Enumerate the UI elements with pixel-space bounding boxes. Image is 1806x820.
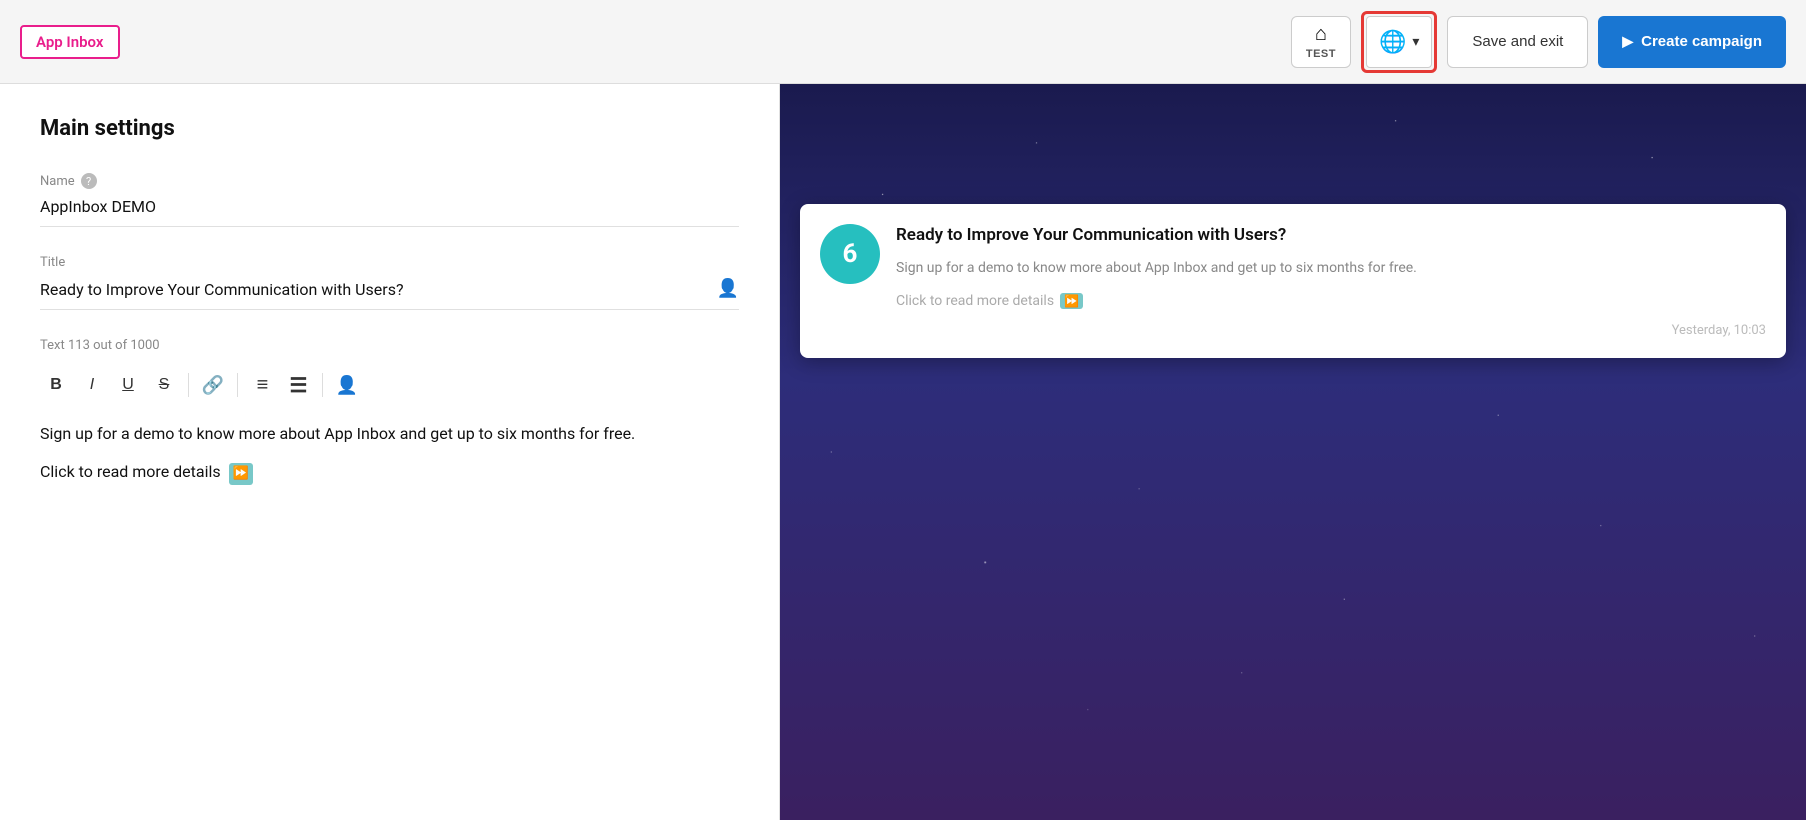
title-field-row: Ready to Improve Your Communication with… <box>40 278 739 310</box>
editor-toolbar: B I U S 🔗 ≡ ☰ 👤 <box>40 363 739 407</box>
avatar-number: 6 <box>843 239 858 269</box>
header-actions: ⌂ TEST 🌐 ▾ Save and exit ▶ Create campai… <box>1291 11 1786 73</box>
title-field-group: Title Ready to Improve Your Communicatio… <box>40 255 739 310</box>
app-header: App Inbox ⌂ TEST 🌐 ▾ Save and exit ▶ Cre… <box>0 0 1806 84</box>
editor-link-line: Click to read more details ⏩ <box>40 459 739 486</box>
bold-button[interactable]: B <box>40 369 72 401</box>
title-label-row: Title <box>40 255 739 270</box>
app-inbox-badge: App Inbox <box>20 25 120 59</box>
toolbar-divider-1 <box>188 373 189 397</box>
language-selector-wrapper: 🌐 ▾ <box>1361 11 1437 73</box>
chevron-down-icon: ▾ <box>1412 33 1419 50</box>
toolbar-divider-2 <box>237 373 238 397</box>
section-title: Main settings <box>40 116 739 141</box>
personalization-button[interactable]: 👤 <box>331 369 363 401</box>
strikethrough-button[interactable]: S <box>148 369 180 401</box>
globe-icon: 🌐 <box>1379 29 1406 55</box>
name-help-icon[interactable]: ? <box>81 173 97 189</box>
preview-message-link: Click to read more details ⏩ <box>896 293 1766 309</box>
text-counter: Text 113 out of 1000 <box>40 338 739 353</box>
text-counter-value: 113 out of 1000 <box>68 338 160 353</box>
preview-message-body: Sign up for a demo to know more about Ap… <box>896 258 1766 279</box>
fast-forward-icon: ⏩ <box>229 463 253 486</box>
name-label-row: Name ? <box>40 173 739 189</box>
italic-button[interactable]: I <box>76 369 108 401</box>
ordered-list-button[interactable]: ≡ <box>246 369 278 401</box>
save-exit-button[interactable]: Save and exit <box>1447 16 1588 68</box>
test-button[interactable]: ⌂ TEST <box>1291 16 1351 68</box>
create-campaign-label: Create campaign <box>1641 33 1762 50</box>
create-campaign-button[interactable]: ▶ Create campaign <box>1598 16 1786 68</box>
name-label: Name <box>40 174 75 189</box>
preview-message-time: Yesterday, 10:03 <box>896 323 1766 338</box>
editor-text-line1: Sign up for a demo to know more about Ap… <box>40 421 739 447</box>
preview-message-title: Ready to Improve Your Communication with… <box>896 224 1766 248</box>
message-preview-card: 6 Ready to Improve Your Communication wi… <box>800 204 1786 358</box>
main-content: Main settings Name ? AppInbox DEMO Title… <box>0 84 1806 820</box>
stars-background <box>780 84 1806 820</box>
name-field-group: Name ? AppInbox DEMO <box>40 173 739 227</box>
name-value: AppInbox DEMO <box>40 197 739 227</box>
left-panel: Main settings Name ? AppInbox DEMO Title… <box>0 84 780 820</box>
editor-body[interactable]: Sign up for a demo to know more about Ap… <box>40 421 739 485</box>
text-field-group: Text 113 out of 1000 B I U S 🔗 ≡ ☰ 👤 Sig… <box>40 338 739 485</box>
preview-link-text: Click to read more details <box>896 293 1054 309</box>
link-button[interactable]: 🔗 <box>197 369 229 401</box>
avatar: 6 <box>820 224 880 284</box>
preview-panel: 6 Ready to Improve Your Communication wi… <box>780 84 1806 820</box>
preview-fast-forward-icon: ⏩ <box>1060 293 1083 309</box>
message-content: Ready to Improve Your Communication with… <box>896 224 1766 338</box>
home-icon: ⌂ <box>1315 23 1327 46</box>
test-label: TEST <box>1306 48 1336 60</box>
text-label: Text <box>40 338 65 353</box>
unordered-list-button[interactable]: ☰ <box>282 369 314 401</box>
play-icon: ▶ <box>1622 33 1633 50</box>
personalization-icon[interactable]: 👤 <box>717 278 739 299</box>
title-label: Title <box>40 255 65 270</box>
language-selector-button[interactable]: 🌐 ▾ <box>1366 16 1432 68</box>
underline-button[interactable]: U <box>112 369 144 401</box>
title-value: Ready to Improve Your Communication with… <box>40 280 717 299</box>
toolbar-divider-3 <box>322 373 323 397</box>
